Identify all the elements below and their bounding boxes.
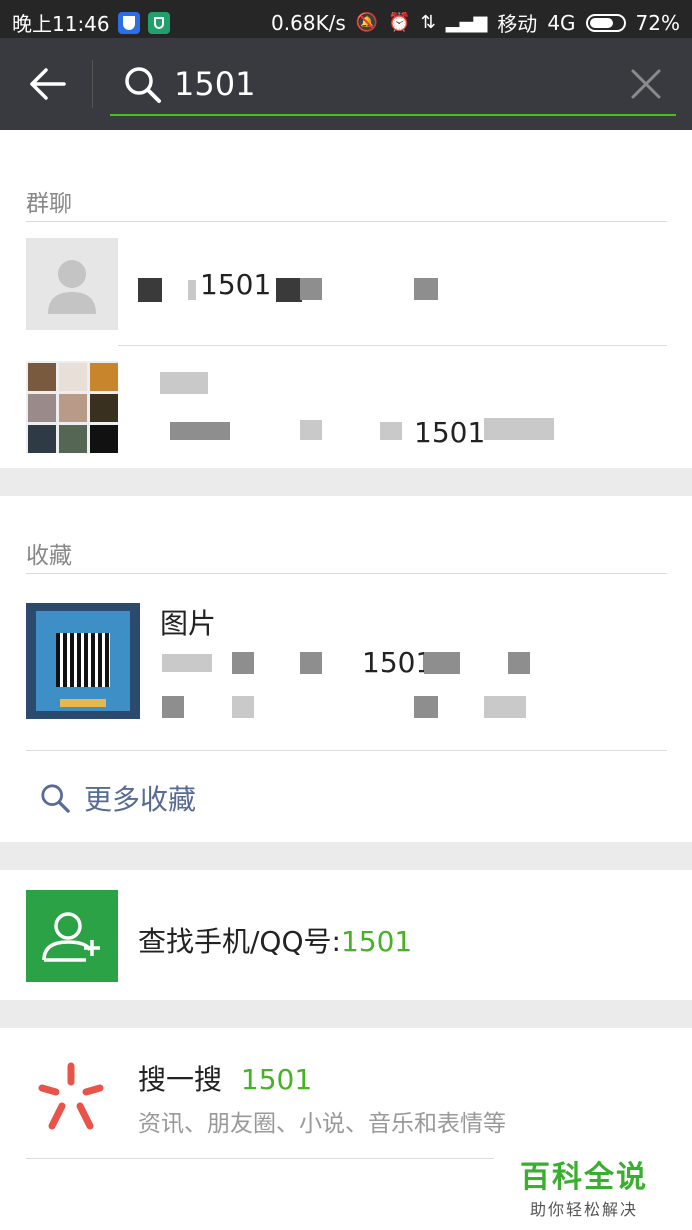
group-name-match: 1501 <box>200 268 272 301</box>
blurred-text <box>162 654 212 672</box>
find-contact-row[interactable]: 查找手机/QQ号:1501 <box>0 870 692 1000</box>
member-avatar <box>90 363 118 391</box>
more-favorites-label: 更多收藏 <box>84 783 197 816</box>
blurred-text <box>414 278 438 300</box>
watermark-logo: 百科全说 助你轻松解决 <box>494 1148 674 1220</box>
blurred-text <box>380 422 402 440</box>
blurred-text <box>138 278 162 302</box>
group-chat-section: 群聊 1501 1501 <box>0 130 692 468</box>
member-avatar <box>28 425 56 453</box>
section-title-favorites: 收藏 <box>26 543 72 569</box>
sou-subtitle: 资讯、朋友圈、小说、音乐和表情等 <box>138 1111 506 1137</box>
carrier-name: 移动 <box>497 12 538 36</box>
search-underline <box>110 114 676 116</box>
section-title-group-chat: 群聊 <box>26 191 72 217</box>
alarm-icon: ⏰ <box>388 12 411 33</box>
blurred-text <box>162 696 184 718</box>
blurred-text <box>424 652 460 674</box>
network-speed: 0.68K/s <box>271 10 346 35</box>
sou-title: 搜一搜 1501 <box>138 1058 312 1098</box>
blurred-text <box>170 422 230 440</box>
thumbnail-button <box>60 699 106 707</box>
member-avatar <box>28 363 56 391</box>
blurred-text <box>484 418 554 440</box>
qr-code-icon <box>56 633 110 687</box>
member-avatar <box>59 425 87 453</box>
battery-percent: 72% <box>635 10 680 35</box>
sou-query: 1501 <box>240 1063 313 1096</box>
divider <box>26 750 667 751</box>
member-avatar <box>59 363 87 391</box>
data-transfer-icon: ⇅ <box>420 12 436 33</box>
blurred-text <box>160 372 208 394</box>
divider <box>26 221 667 222</box>
shield-app-icon <box>117 11 140 34</box>
qr-code-thumbnail <box>26 603 140 719</box>
back-arrow-icon[interactable] <box>28 66 68 102</box>
blurred-text <box>188 280 196 300</box>
battery-icon <box>585 13 626 32</box>
member-avatar <box>59 394 87 422</box>
blurred-text <box>276 278 302 302</box>
mute-bell-icon: 🔕 <box>355 12 379 33</box>
watermark-subtitle: 助你轻松解决 <box>529 1200 638 1219</box>
security-app-icon <box>147 11 170 34</box>
blurred-text <box>414 696 438 718</box>
add-friend-icon <box>26 890 118 982</box>
divider <box>118 345 667 346</box>
blurred-text <box>232 696 254 718</box>
status-time: 晚上11:46 <box>12 12 110 36</box>
member-avatar <box>28 394 56 422</box>
status-bar: 晚上11:46 0.68K/s 🔕 ⏰ ⇅ ▂▄▆ 移动 4G 72% <box>0 0 692 38</box>
clear-icon[interactable] <box>630 68 662 100</box>
sou-yi-sou-icon <box>38 1062 104 1130</box>
group-avatar-grid <box>26 361 118 453</box>
add-person-icon <box>42 912 100 962</box>
blurred-text <box>300 420 322 440</box>
blurred-text <box>300 652 322 674</box>
more-favorites-link[interactable]: 更多收藏 <box>40 778 196 818</box>
divider <box>26 573 667 574</box>
blurred-text <box>484 696 526 718</box>
signal-icon: ▂▄▆ <box>445 12 488 33</box>
member-avatar <box>90 425 118 453</box>
favorite-type: 图片 <box>160 607 217 640</box>
favorites-section: 收藏 图片 1501 更多收藏 <box>0 496 692 842</box>
person-icon <box>48 260 96 314</box>
blurred-text <box>232 652 254 674</box>
member-avatar <box>90 394 118 422</box>
sou-label: 搜一搜 <box>138 1063 223 1096</box>
group-avatar-default <box>26 238 118 330</box>
find-contact-label: 查找手机/QQ号:1501 <box>138 920 412 960</box>
blurred-text <box>508 652 530 674</box>
header-divider <box>92 60 93 108</box>
search-header <box>0 38 692 130</box>
find-contact-prefix: 查找手机/QQ号: <box>138 925 341 958</box>
search-icon <box>125 67 161 103</box>
group-message-match: 1501 <box>414 416 486 449</box>
blurred-text <box>300 278 322 300</box>
favorite-match: 1501 <box>362 646 434 679</box>
find-contact-query: 1501 <box>340 925 413 958</box>
network-type: 4G <box>547 10 576 35</box>
watermark-title: 百科全说 <box>520 1160 648 1195</box>
search-input[interactable] <box>174 62 604 106</box>
search-icon <box>41 784 70 813</box>
